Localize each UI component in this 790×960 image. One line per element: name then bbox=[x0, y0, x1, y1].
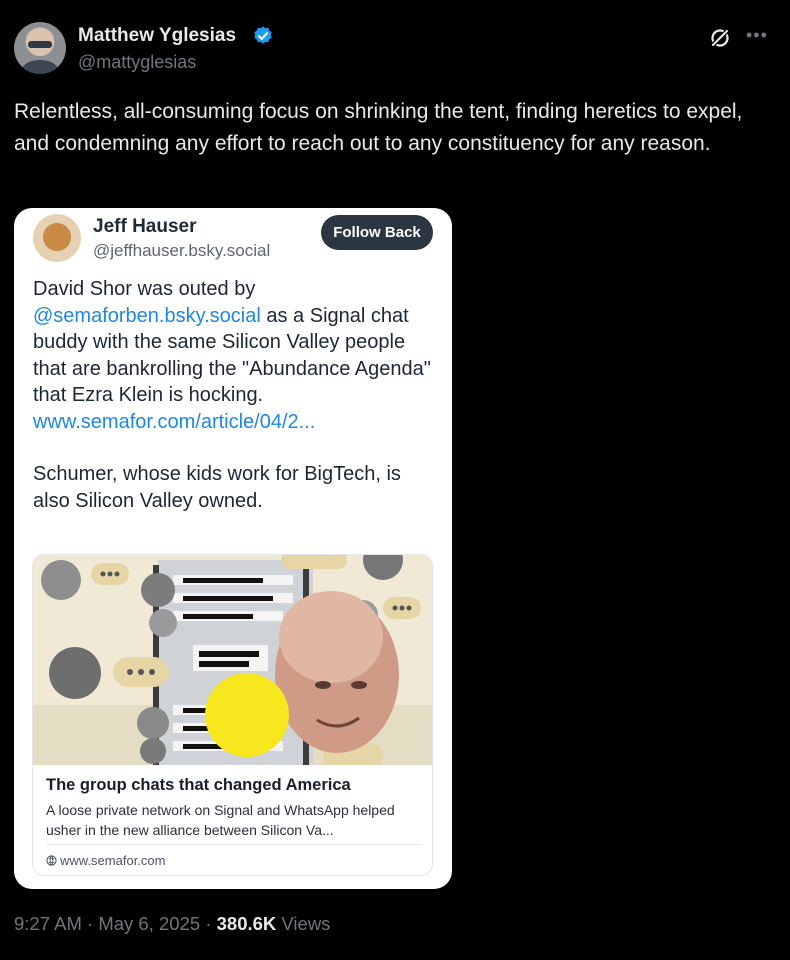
link-title[interactable]: The group chats that changed America bbox=[46, 776, 351, 795]
quoted-text-para2: Schumer, whose kids work for BigTech, is… bbox=[33, 463, 401, 512]
globe-icon bbox=[46, 855, 57, 866]
link-divider bbox=[46, 844, 421, 845]
more-icon[interactable]: ••• bbox=[746, 25, 768, 46]
footer-separator: · bbox=[205, 913, 212, 934]
tweet-header: Matthew Yglesias @mattyglesias ••• bbox=[14, 22, 776, 78]
quoted-author-handle[interactable]: @jeffhauser.bsky.social bbox=[93, 241, 270, 261]
quoted-author-name[interactable]: Jeff Hauser bbox=[93, 216, 197, 238]
follow-back-button[interactable]: Follow Back bbox=[321, 215, 433, 250]
mention-link[interactable]: @semaforben.bsky.social bbox=[33, 305, 261, 327]
link-preview-card[interactable]: The group chats that changed America A l… bbox=[32, 554, 433, 876]
article-url-link[interactable]: www.semafor.com/article/04/2... bbox=[33, 411, 315, 433]
article-preview-image bbox=[33, 555, 432, 765]
link-domain-text: www.semafor.com bbox=[60, 853, 166, 868]
quoted-post-card[interactable]: Jeff Hauser @jeffhauser.bsky.social Foll… bbox=[14, 208, 452, 889]
link-domain[interactable]: www.semafor.com bbox=[46, 853, 165, 868]
author-handle[interactable]: @mattyglesias bbox=[78, 52, 196, 73]
quoted-author-avatar[interactable] bbox=[33, 214, 81, 262]
post-date[interactable]: May 6, 2025 bbox=[98, 913, 200, 934]
footer-separator: · bbox=[87, 913, 94, 934]
verified-badge-icon bbox=[254, 26, 272, 44]
author-avatar[interactable] bbox=[14, 22, 66, 74]
tweet-footer: 9:27 AM · May 6, 2025 · 380.6K Views bbox=[14, 913, 330, 935]
post-time[interactable]: 9:27 AM bbox=[14, 913, 82, 934]
avatar-shirt bbox=[22, 60, 58, 74]
avatar-glasses bbox=[28, 41, 52, 48]
quoted-text-part1: David Shor was outed by bbox=[33, 278, 256, 300]
author-name[interactable]: Matthew Yglesias bbox=[78, 25, 236, 47]
grok-icon[interactable] bbox=[708, 26, 732, 50]
views-count: 380.6K bbox=[216, 913, 277, 934]
tweet-text: Relentless, all-consuming focus on shrin… bbox=[14, 100, 743, 155]
link-description: A loose private network on Signal and Wh… bbox=[46, 802, 395, 838]
quoted-post-text: David Shor was outed by @semaforben.bsky… bbox=[33, 276, 438, 514]
views-label: Views bbox=[281, 913, 331, 934]
